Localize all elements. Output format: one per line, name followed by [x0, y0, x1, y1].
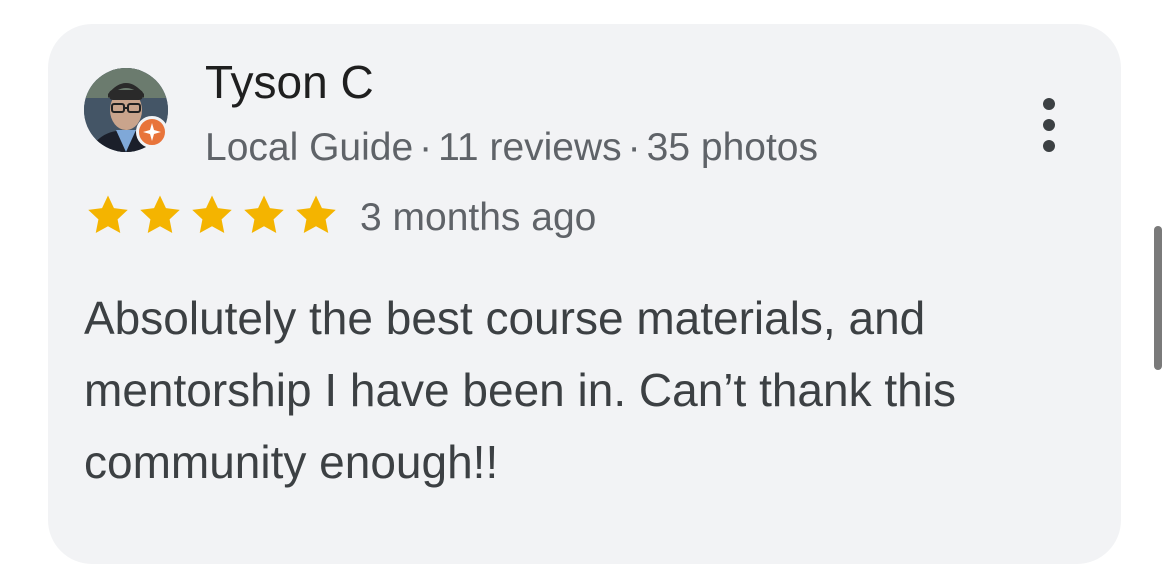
more-vert-icon-dot — [1043, 140, 1055, 152]
meta-separator: · — [627, 126, 641, 169]
reviewer-avatar[interactable] — [84, 68, 170, 154]
star-icon — [192, 195, 232, 234]
review-date: 3 months ago — [360, 196, 597, 239]
reviewer-meta: Local Guide · 11 reviews · 35 photos — [205, 124, 818, 172]
star-rating — [84, 192, 340, 238]
review-text: Absolutely the best course materials, an… — [84, 292, 956, 488]
more-vert-icon — [1043, 98, 1055, 110]
local-guide-icon — [136, 116, 168, 148]
more-vert-icon-dot — [1043, 119, 1055, 131]
scrollbar[interactable] — [1154, 226, 1162, 370]
star-icon — [88, 195, 128, 234]
reviewer-name[interactable]: Tyson C — [205, 54, 374, 110]
local-guide-label: Local Guide — [205, 126, 414, 169]
star-icon — [140, 195, 180, 234]
star-icon — [244, 195, 284, 234]
star-icon — [296, 195, 336, 234]
photos-count: 35 photos — [646, 126, 818, 169]
reviews-count: 11 reviews — [438, 126, 622, 169]
meta-separator: · — [419, 126, 433, 169]
more-options-button[interactable] — [1030, 96, 1070, 154]
